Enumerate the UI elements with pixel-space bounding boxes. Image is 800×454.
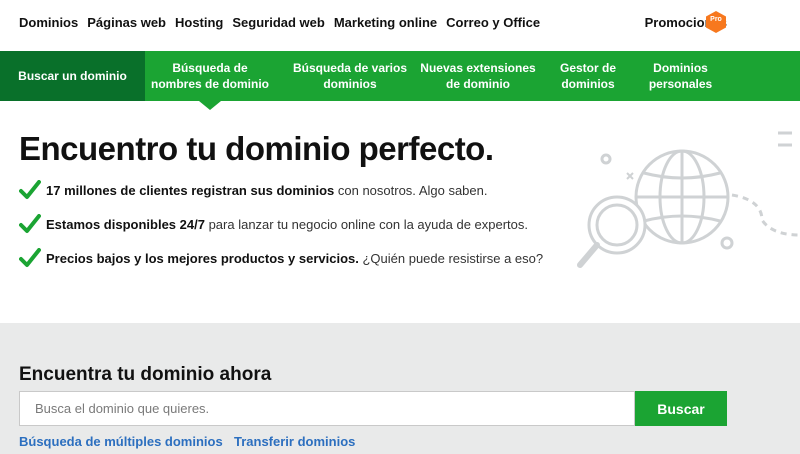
feature-bold: 17 millones de clientes registran sus do… — [46, 182, 335, 198]
top-nav-hosting[interactable]: Hosting — [175, 15, 223, 30]
page-title: Encuentro tu dominio perfecto. — [19, 130, 494, 167]
subnav-label: Buscar un dominio — [18, 69, 127, 83]
subnav-gestor-dominios[interactable]: Gestor de dominios — [553, 51, 623, 101]
domain-search-field[interactable] — [19, 391, 635, 426]
multiple-domain-search-link[interactable]: Búsqueda de múltiples dominios — [19, 434, 223, 449]
feature-bold: Estamos disponibles 24/7 — [46, 216, 205, 232]
top-nav-seguridad-web[interactable]: Seguridad web — [232, 15, 324, 30]
subnav-label: Dominios personales — [648, 61, 713, 91]
subnav-busqueda-nombres[interactable]: Búsqueda de nombres de dominio — [150, 51, 270, 101]
top-nav-dominios[interactable]: Dominios — [19, 15, 78, 30]
subnav-label: Búsqueda de varios dominios — [292, 61, 408, 91]
checkmark-icon — [19, 180, 41, 199]
subnav-busqueda-varios[interactable]: Búsqueda de varios dominios — [290, 51, 410, 101]
checkmark-icon — [19, 248, 41, 267]
domain-search-input[interactable] — [20, 392, 634, 425]
pro-badge-label: Pro — [710, 16, 722, 23]
feature-text: para lanzar tu negocio online con la ayu… — [204, 216, 529, 232]
subnav-label: Búsqueda de nombres de dominio — [150, 61, 269, 91]
subnav-buscar-dominio[interactable]: Buscar un dominio — [0, 51, 145, 101]
feature-item: Precios bajos y los mejores productos y … — [19, 248, 543, 268]
active-tab-arrow — [199, 101, 221, 110]
subnav-dominios-personales[interactable]: Dominios personales — [643, 51, 718, 101]
checkmark-icon — [19, 214, 41, 233]
top-nav-links: Dominios Páginas web Hosting Seguridad w… — [19, 15, 549, 30]
feature-text: con nosotros. Algo saben. — [334, 182, 488, 198]
search-button[interactable]: Buscar — [635, 391, 727, 426]
domain-subnav: Buscar un dominio Búsqueda de nombres de… — [0, 51, 800, 101]
transfer-domains-link[interactable]: Transferir dominios — [234, 434, 355, 449]
top-nav-paginas-web[interactable]: Páginas web — [87, 15, 166, 30]
top-navigation: Dominios Páginas web Hosting Seguridad w… — [0, 0, 800, 48]
top-nav-marketing-online[interactable]: Marketing online — [334, 15, 437, 30]
feature-text: ¿Quién puede resistirse a eso? — [358, 250, 544, 266]
top-nav-correo-office[interactable]: Correo y Office — [446, 15, 540, 30]
subnav-nuevas-extensiones[interactable]: Nuevas extensiones de dominio — [418, 51, 538, 101]
subnav-label: Gestor de dominios — [559, 61, 616, 91]
feature-bold: Precios bajos y los mejores productos y … — [46, 250, 359, 266]
feature-item: Estamos disponibles 24/7 para lanzar tu … — [19, 214, 528, 234]
magnifier-globe-illustration — [577, 131, 800, 268]
search-section-title: Encuentra tu dominio ahora — [19, 364, 272, 385]
feature-item: 17 millones de clientes registran sus do… — [19, 180, 487, 200]
subnav-label: Nuevas extensiones de dominio — [420, 61, 536, 91]
